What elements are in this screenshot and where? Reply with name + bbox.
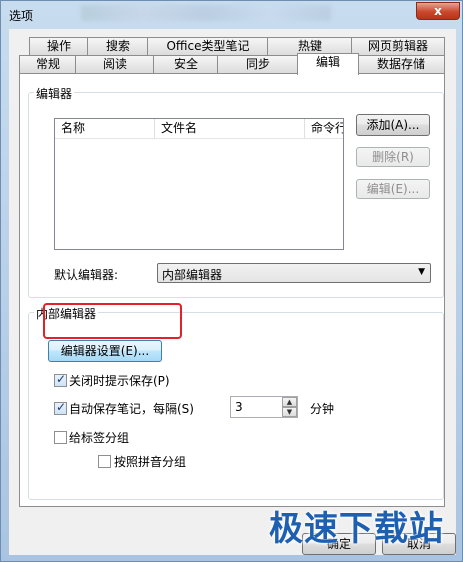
group-tags-checkbox[interactable] [54, 431, 67, 444]
group-tags-label: 给标签分组 [69, 431, 130, 445]
column-header-name[interactable]: 名称 [55, 119, 155, 139]
pinyin-group-checkbox[interactable] [98, 455, 111, 468]
options-dialog: 选项 x 操作 搜索 Office类型笔记 热键 网页剪辑器 常规 阅读 安全 … [0, 0, 463, 562]
site-watermark: 极速下载站 [269, 509, 444, 549]
tab-edit[interactable]: 编辑 [297, 53, 359, 75]
autosave-unit: 分钟 [310, 402, 335, 416]
window-title: 选项 [9, 9, 34, 23]
edit-editor-button[interactable]: 编辑(E)... [356, 179, 430, 199]
tab-operation[interactable]: 操作 [29, 37, 89, 55]
blurred-title-background [81, 5, 331, 21]
prompt-save-checkbox[interactable]: ✓ [54, 372, 67, 387]
prompt-save-label: 关闭时提示保存(P) [69, 374, 170, 388]
close-button[interactable]: x [416, 2, 460, 20]
tab-security[interactable]: 安全 [153, 55, 219, 73]
default-editor-value: 内部编辑器 [162, 268, 223, 282]
editors-list[interactable]: 名称 文件名 命令行 [54, 118, 344, 250]
checkmark-icon: ✓ [56, 400, 67, 414]
highlight-annotation-box [43, 303, 182, 339]
default-editor-label: 默认编辑器: [54, 268, 119, 282]
tab-general[interactable]: 常规 [19, 55, 77, 73]
column-header-command[interactable]: 命令行 [305, 119, 343, 139]
add-editor-button[interactable]: 添加(A)... [356, 114, 430, 136]
tab-search[interactable]: 搜索 [87, 37, 149, 55]
tab-data-storage[interactable]: 数据存储 [357, 55, 445, 73]
title-bar: 选项 x [1, 1, 462, 29]
tab-office-notes[interactable]: Office类型笔记 [147, 37, 269, 55]
tab-web-clipper[interactable]: 网页剪辑器 [351, 37, 445, 55]
tab-sync[interactable]: 同步 [217, 55, 299, 73]
autosave-interval-value: 3 [235, 400, 243, 414]
autosave-checkbox[interactable]: ✓ [54, 400, 67, 415]
dropdown-arrow-icon: ▼ [418, 267, 425, 277]
editor-settings-button[interactable]: 编辑器设置(E)... [48, 340, 162, 362]
spin-down-icon[interactable]: ▼ [282, 407, 297, 417]
tab-reading[interactable]: 阅读 [75, 55, 155, 73]
default-editor-select[interactable]: 内部编辑器 ▼ [157, 263, 431, 283]
checkmark-icon: ✓ [56, 372, 67, 386]
autosave-interval-stepper[interactable]: 3 ▲ ▼ [230, 396, 298, 418]
pinyin-group-label: 按照拼音分组 [114, 455, 187, 469]
editors-group-label: 编辑器 [34, 85, 75, 102]
delete-editor-button[interactable]: 删除(R) [356, 147, 430, 167]
autosave-label: 自动保存笔记，每隔(S) [69, 402, 194, 416]
column-header-filename[interactable]: 文件名 [155, 119, 305, 139]
edit-tab-panel: 编辑器 名称 文件名 命令行 添加(A)... 删除(R) 编辑(E)... 默… [19, 73, 445, 507]
spin-up-icon[interactable]: ▲ [282, 397, 297, 407]
